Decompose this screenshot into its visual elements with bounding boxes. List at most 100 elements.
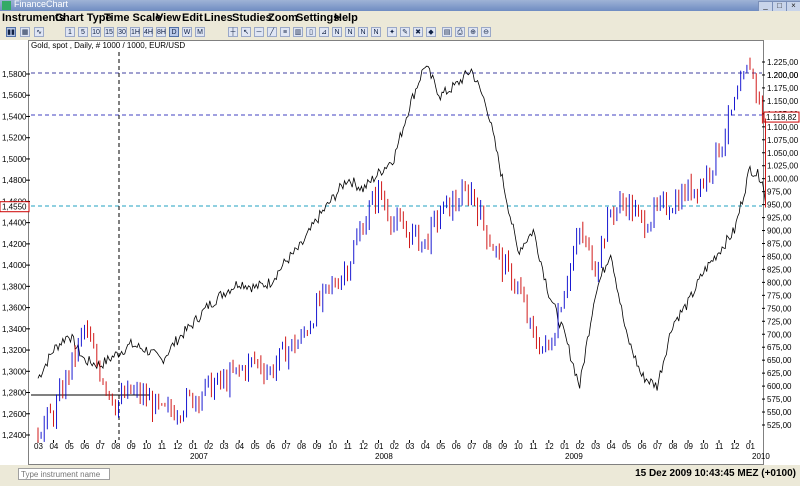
left-axis-tick: 1,4800: [2, 176, 27, 185]
month-tick: 10: [700, 442, 709, 451]
left-axis-tick: 1,4000: [2, 261, 27, 270]
chart-subtitle: Gold, spot , Daily, # 1000 / 1000, EUR/U…: [31, 41, 186, 50]
month-tick: 01: [560, 442, 569, 451]
right-axis-tick: 950,00: [767, 201, 792, 210]
month-tick: 07: [467, 442, 476, 451]
right-axis-tick: 575,00: [767, 395, 792, 404]
right-axis-tick: 875,00: [767, 240, 792, 249]
month-tick: 06: [266, 442, 275, 451]
month-tick: 04: [421, 442, 430, 451]
month-tick: 09: [684, 442, 693, 451]
month-tick: 01: [746, 442, 755, 451]
right-axis-tick: 800,00: [767, 278, 792, 287]
right-axis-tick: 700,00: [767, 330, 792, 339]
month-tick: 12: [173, 442, 182, 451]
instrument-search-input[interactable]: [18, 468, 110, 480]
month-tick: 12: [545, 442, 554, 451]
month-tick: 11: [715, 442, 724, 451]
left-axis-tick: 1,5600: [2, 91, 27, 100]
month-tick: 11: [344, 442, 353, 451]
month-tick: 02: [204, 442, 213, 451]
right-axis-tick: 900,00: [767, 227, 792, 236]
month-tick: 04: [607, 442, 616, 451]
right-axis-tick: 675,00: [767, 343, 792, 352]
month-tick: 09: [498, 442, 507, 451]
month-tick: 04: [49, 442, 58, 451]
month-tick: 03: [220, 442, 229, 451]
month-tick: 11: [158, 442, 167, 451]
right-axis-tick: 1.150,00: [767, 97, 799, 106]
right-axis-tick: 625,00: [767, 369, 792, 378]
right-1200-label: 1.200,00: [767, 71, 799, 80]
month-tick: 09: [127, 442, 136, 451]
right-axis-tick: 1.050,00: [767, 149, 799, 158]
year-label: 2009: [565, 452, 583, 461]
month-tick: 07: [653, 442, 662, 451]
right-axis-tick: 850,00: [767, 252, 792, 261]
month-tick: 03: [405, 442, 414, 451]
month-tick: 02: [576, 442, 585, 451]
left-axis-tick: 1,2600: [2, 410, 27, 419]
month-tick: 02: [390, 442, 399, 451]
left-axis-tick: 1,4400: [2, 219, 27, 228]
month-tick: 07: [96, 442, 105, 451]
right-axis-tick: 1.075,00: [767, 136, 799, 145]
month-tick: 10: [514, 442, 523, 451]
month-tick: 08: [111, 442, 120, 451]
month-tick: 09: [313, 442, 322, 451]
month-tick: 08: [483, 442, 492, 451]
month-tick: 05: [622, 442, 631, 451]
month-tick: 05: [251, 442, 260, 451]
right-axis-tick: 1.025,00: [767, 162, 799, 171]
month-tick: 10: [142, 442, 151, 451]
left-axis-tick: 1,3200: [2, 346, 27, 355]
right-axis-tick: 1.225,00: [767, 58, 799, 67]
left-axis-tick: 1,5200: [2, 134, 27, 143]
right-price-highlight: 1.118,82: [766, 113, 797, 122]
right-axis-tick: 775,00: [767, 291, 792, 300]
left-axis-tick: 1,5800: [2, 70, 27, 79]
year-label: 2007: [190, 452, 208, 461]
month-tick: 05: [436, 442, 445, 451]
left-axis-tick: 1,3600: [2, 304, 27, 313]
price-chart: 1,58001,56001,54001,52001,50001,48001,46…: [0, 52, 800, 461]
month-tick: 04: [235, 442, 244, 451]
month-tick: 10: [328, 442, 337, 451]
month-tick: 12: [731, 442, 740, 451]
right-axis-tick: 600,00: [767, 382, 792, 391]
right-axis-tick: 525,00: [767, 421, 792, 430]
left-axis-tick: 1,3400: [2, 325, 27, 334]
month-tick: 11: [529, 442, 538, 451]
month-tick: 01: [375, 442, 384, 451]
left-axis-tick: 1,2800: [2, 389, 27, 398]
month-tick: 08: [669, 442, 678, 451]
status-bar: 15 Dez 2009 10:43:45 MEZ (+0100): [0, 465, 800, 486]
right-axis-tick: 750,00: [767, 304, 792, 313]
left-axis-tick: 1,4200: [2, 240, 27, 249]
right-axis-tick: 925,00: [767, 214, 792, 223]
left-axis-tick: 1,5000: [2, 155, 27, 164]
year-label: 2008: [375, 452, 393, 461]
left-price-highlight: 1,4550: [2, 203, 27, 212]
right-axis-tick: 1.000,00: [767, 175, 799, 184]
right-axis-tick: 1.100,00: [767, 123, 799, 132]
left-axis-tick: 1,3000: [2, 367, 27, 376]
month-tick: 01: [189, 442, 198, 451]
right-axis-tick: 650,00: [767, 356, 792, 365]
month-tick: 03: [591, 442, 600, 451]
month-tick: 06: [80, 442, 89, 451]
month-tick: 03: [34, 442, 43, 451]
year-label: 2010: [752, 452, 770, 461]
status-datetime: 15 Dez 2009 10:43:45 MEZ (+0100): [635, 468, 796, 479]
month-tick: 05: [65, 442, 74, 451]
right-axis-tick: 725,00: [767, 317, 792, 326]
right-axis-tick: 975,00: [767, 188, 792, 197]
month-tick: 06: [638, 442, 647, 451]
left-axis-tick: 1,2400: [2, 431, 27, 440]
month-tick: 07: [282, 442, 291, 451]
left-axis-tick: 1,5400: [2, 112, 27, 121]
right-axis-tick: 550,00: [767, 408, 792, 417]
month-tick: 12: [359, 442, 368, 451]
month-tick: 08: [297, 442, 306, 451]
left-axis-tick: 1,3800: [2, 282, 27, 291]
